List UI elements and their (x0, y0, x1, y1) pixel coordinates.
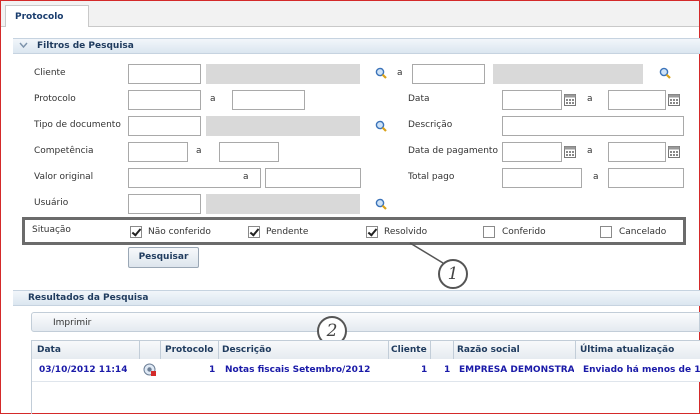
competencia-to-input[interactable] (219, 142, 279, 162)
tipo-documento-name-readonly (206, 116, 360, 136)
tipo-documento-code-input[interactable] (128, 116, 201, 136)
column-cliente[interactable]: Cliente (391, 345, 427, 355)
cell-razao-social: EMPRESA DEMONSTRAÇ (459, 365, 574, 375)
data-to-input[interactable] (608, 90, 666, 110)
descricao-label: Descrição (408, 120, 453, 130)
pesquisar-button[interactable]: Pesquisar (128, 247, 199, 268)
total-pago-range-sep: a (593, 172, 599, 182)
collapse-arrow-icon (19, 42, 28, 49)
checkbox-label-pendente: Pendente (266, 227, 309, 237)
situacao-label: Situação (32, 225, 71, 235)
total-pago-from-input[interactable] (502, 168, 582, 188)
descricao-input[interactable] (502, 116, 684, 136)
cliente-label: Cliente (34, 68, 66, 78)
protocolo-range-sep: a (210, 94, 216, 104)
cell-protocolo: 1 (209, 365, 216, 375)
calendar-icon[interactable] (564, 146, 576, 158)
table-row[interactable]: 03/10/2012 11:14 1 Notas fiscais Setembr… (32, 359, 700, 382)
cell-n: 1 (444, 365, 451, 375)
data-pagamento-to-input[interactable] (608, 142, 666, 162)
print-toolbar: Imprimir (31, 312, 700, 332)
checkbox-pendente[interactable] (248, 226, 260, 238)
results-table: Data Protocolo Descrição Cliente Razão s… (31, 340, 700, 414)
checkbox-resolvido[interactable] (366, 226, 378, 238)
data-pagamento-from-input[interactable] (502, 142, 562, 162)
column-data[interactable]: Data (37, 345, 61, 355)
checkbox-nao-conferido[interactable] (130, 226, 142, 238)
data-label: Data (408, 94, 430, 104)
usuario-label: Usuário (34, 198, 69, 208)
checkbox-label-conferido: Conferido (502, 227, 546, 237)
print-button[interactable]: Imprimir (53, 318, 91, 328)
competencia-from-input[interactable] (128, 142, 188, 162)
valor-original-range-sep: a (243, 172, 249, 182)
table-header: Data Protocolo Descrição Cliente Razão s… (32, 340, 700, 360)
document-status-icon[interactable] (143, 363, 157, 377)
total-pago-label: Total pago (408, 172, 455, 182)
filters-title: Filtros de Pesquisa (37, 41, 134, 51)
cliente-range-sep: a (397, 68, 403, 78)
tab-protocolo[interactable]: Protocolo (5, 5, 89, 27)
data-from-input[interactable] (502, 90, 562, 110)
checkbox-label-nao-conferido: Não conferido (148, 227, 211, 237)
protocolo-label: Protocolo (34, 94, 76, 104)
cliente-name-to-readonly (493, 64, 643, 84)
usuario-name-readonly (206, 194, 360, 214)
search-icon[interactable] (659, 67, 671, 79)
protocolo-to-input[interactable] (232, 90, 305, 110)
competencia-label: Competência (34, 146, 94, 156)
search-icon[interactable] (375, 120, 387, 132)
checkbox-cancelado[interactable] (600, 226, 612, 238)
calendar-icon[interactable] (564, 94, 576, 106)
column-descricao[interactable]: Descrição (222, 345, 271, 355)
cell-descricao: Notas fiscais Setembro/2012 (225, 365, 371, 375)
results-header: Resultados da Pesquisa (13, 290, 700, 306)
column-ultima-atualizacao[interactable]: Última atualização (580, 345, 674, 355)
checkbox-label-resolvido: Resolvido (384, 227, 428, 237)
calendar-icon[interactable] (668, 146, 680, 158)
situacao-group: Situação Não conferido Pendente Resolvid… (22, 217, 686, 245)
column-razao-social[interactable]: Razão social (457, 345, 520, 355)
competencia-range-sep: a (196, 146, 202, 156)
data-pagamento-range-sep: a (587, 146, 593, 156)
usuario-code-input[interactable] (128, 194, 201, 214)
results-title: Resultados da Pesquisa (28, 293, 149, 303)
filters-header[interactable]: Filtros de Pesquisa (13, 38, 700, 54)
tab-bar: Protocolo (1, 1, 699, 27)
total-pago-to-input[interactable] (608, 168, 684, 188)
search-icon[interactable] (375, 198, 387, 210)
tipo-documento-label: Tipo de documento (34, 120, 121, 130)
callout-1: 1 (438, 259, 468, 289)
checkbox-conferido[interactable] (483, 226, 495, 238)
search-icon[interactable] (375, 67, 387, 79)
cell-cliente: 1 (421, 365, 428, 375)
cliente-code-input[interactable] (128, 64, 201, 84)
data-pagamento-label: Data de pagamento (408, 146, 498, 156)
checkbox-label-cancelado: Cancelado (619, 227, 667, 237)
calendar-icon[interactable] (668, 94, 680, 106)
cliente-name-readonly (206, 64, 360, 84)
column-protocolo[interactable]: Protocolo (165, 345, 214, 355)
cell-data: 03/10/2012 11:14 (39, 365, 128, 375)
valor-original-from-input[interactable] (128, 168, 261, 188)
cell-ultima-atualizacao: Enviado há menos de 1 m (583, 365, 700, 375)
data-range-sep: a (587, 94, 593, 104)
cliente-code-to-input[interactable] (412, 64, 485, 84)
valor-original-to-input[interactable] (265, 168, 361, 188)
valor-original-label: Valor original (34, 172, 94, 182)
protocolo-from-input[interactable] (128, 90, 201, 110)
